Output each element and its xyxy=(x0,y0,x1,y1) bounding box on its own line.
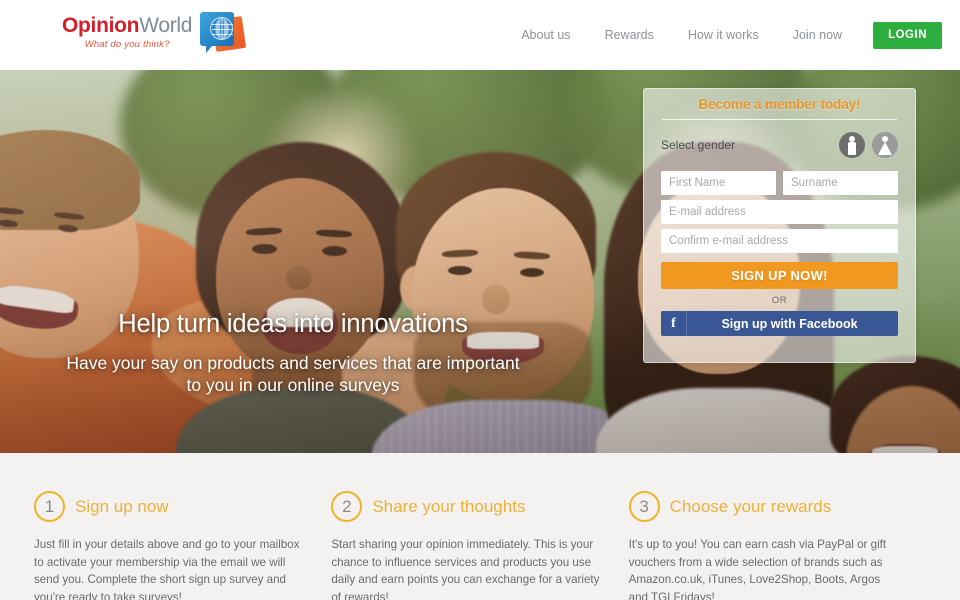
signup-fields: SIGN UP NOW! OR f Sign up with Facebook xyxy=(644,171,915,336)
facebook-button-label: Sign up with Facebook xyxy=(721,316,858,331)
surname-input[interactable] xyxy=(783,171,898,195)
step-item: 3 Choose your rewards It's up to you! Yo… xyxy=(628,491,926,600)
confirm-email-input[interactable] xyxy=(661,229,898,253)
logo[interactable]: OpinionWorld What do you think? xyxy=(62,12,247,56)
login-button[interactable]: LOGIN xyxy=(873,21,942,49)
logo-text: OpinionWorld What do you think? xyxy=(62,14,192,50)
signup-divider xyxy=(662,119,897,120)
step-description: Just fill in your details above and go t… xyxy=(34,538,300,600)
signup-title: Become a member today! xyxy=(698,97,861,112)
step-number-badge: 2 xyxy=(331,491,363,522)
facebook-icon: f xyxy=(661,311,687,336)
logo-primary: Opinion xyxy=(62,14,140,37)
step-item: 2 Share your thoughts Start sharing your… xyxy=(331,491,628,600)
how-it-works-steps: 1 Sign up now Just fill in your details … xyxy=(0,453,960,600)
hero-title: Help turn ideas into innovations xyxy=(118,310,468,338)
step-number-badge: 1 xyxy=(34,491,65,522)
nav-rewards[interactable]: Rewards xyxy=(588,28,671,42)
female-gender-icon[interactable] xyxy=(872,132,898,158)
email-input[interactable] xyxy=(661,200,898,224)
blue-bubble-shape xyxy=(200,12,235,53)
globe-icon xyxy=(210,17,234,40)
or-divider-label: OR xyxy=(771,295,788,306)
step-description: Start sharing your opinion immediately. … xyxy=(331,538,600,600)
sign-up-now-button[interactable]: SIGN UP NOW! xyxy=(661,262,898,289)
male-gender-icon[interactable] xyxy=(839,132,865,158)
nav-how-it-works[interactable]: How it works xyxy=(671,28,776,42)
first-name-input[interactable] xyxy=(661,171,776,195)
nav-about-us[interactable]: About us xyxy=(504,28,587,42)
step-item: 1 Sign up now Just fill in your details … xyxy=(34,491,331,600)
nav-join-now[interactable]: Join now xyxy=(776,28,859,42)
hero-copy: Help turn ideas into innovations Have yo… xyxy=(0,308,586,396)
logo-secondary: World xyxy=(139,14,193,37)
step-title: Choose your rewards xyxy=(669,496,832,516)
sign-up-with-facebook-button[interactable]: f Sign up with Facebook xyxy=(661,311,898,336)
select-gender-label: Select gender xyxy=(661,138,736,152)
landing-page: OpinionWorld What do you think? About us… xyxy=(0,0,960,600)
main-navigation: About us Rewards How it works Join now L… xyxy=(504,0,942,70)
step-header: 3 Choose your rewards xyxy=(628,491,898,522)
step-number-badge: 3 xyxy=(628,491,660,522)
site-header: OpinionWorld What do you think? About us… xyxy=(0,0,960,70)
name-row xyxy=(661,171,898,195)
step-title: Sign up now xyxy=(75,496,169,516)
hero-subtitle: Have your say on products and services t… xyxy=(66,353,520,395)
step-header: 2 Share your thoughts xyxy=(331,491,600,522)
logo-tagline: What do you think? xyxy=(84,39,170,50)
gender-selector: Select gender xyxy=(644,132,915,158)
step-description: It's up to you! You can earn cash via Pa… xyxy=(628,538,887,600)
globe-speech-bubble-icon xyxy=(196,12,247,56)
step-header: 1 Sign up now xyxy=(34,491,303,522)
step-title: Share your thoughts xyxy=(372,496,526,516)
logo-wordmark: OpinionWorld xyxy=(62,14,192,38)
signup-panel: Become a member today! Select gender SIG… xyxy=(643,88,916,363)
